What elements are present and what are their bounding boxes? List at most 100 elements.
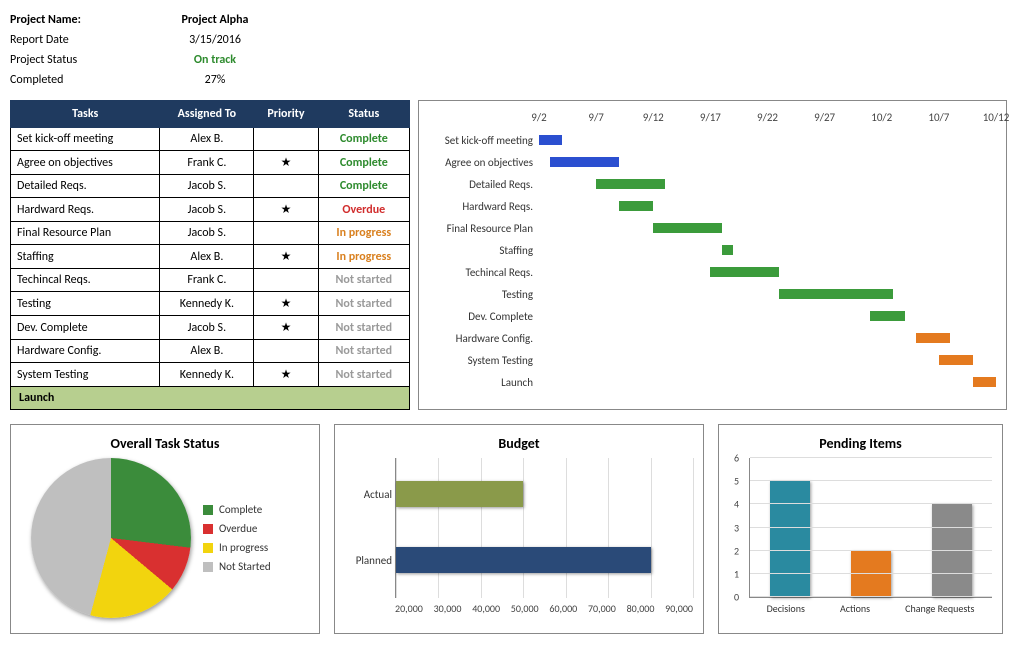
budget-xtick: 60,000 <box>549 602 577 615</box>
cell-task: Agree on objectives <box>11 151 160 175</box>
table-row: StaffingAlex B.★In progress <box>11 245 410 269</box>
cell-assigned: Kennedy K. <box>160 363 254 387</box>
gantt-tick: 9/17 <box>700 111 721 124</box>
budget-xtick: 70,000 <box>588 602 616 615</box>
table-row: Detailed Reqs.Jacob S.Complete <box>11 175 410 198</box>
gantt-bar <box>539 135 562 145</box>
gantt-bar <box>596 179 665 189</box>
swatch-notstarted <box>203 562 213 572</box>
pending-xlabel: Decisions <box>767 602 805 615</box>
budget-xtick: 90,000 <box>665 602 693 615</box>
gantt-tick: 9/22 <box>757 111 778 124</box>
gantt-tick: 10/7 <box>928 111 949 124</box>
cell-priority: ★ <box>254 198 318 222</box>
cell-priority: ★ <box>254 316 318 340</box>
cell-priority: ★ <box>254 363 318 387</box>
project-name-label: Project Name: <box>10 13 160 27</box>
table-row: Set kick-off meetingAlex B.Complete <box>11 128 410 151</box>
table-row: System TestingKennedy K.★Not started <box>11 363 410 387</box>
gantt-bar <box>939 355 973 365</box>
cell-status: Complete <box>318 128 409 151</box>
cell-priority: ★ <box>254 292 318 316</box>
cell-assigned: Jacob S. <box>160 222 254 245</box>
gantt-bar <box>722 245 733 255</box>
table-row: Hardward Reqs.Jacob S.★Overdue <box>11 198 410 222</box>
gantt-bar <box>550 157 619 167</box>
pie-chart <box>31 458 191 618</box>
pending-ytick: 3 <box>734 521 739 534</box>
completed-label: Completed <box>10 73 160 87</box>
budget-chart-card: Budget Actual Planned 20,00030,00040,000… <box>334 424 704 634</box>
cell-task: Techincal Reqs. <box>11 269 160 292</box>
cell-priority: ★ <box>254 245 318 269</box>
gantt-bar <box>916 333 950 343</box>
gantt-row-label: Agree on objectives <box>429 156 539 169</box>
gantt-row: System Testing <box>429 349 996 371</box>
gantt-row-label: System Testing <box>429 354 539 367</box>
budget-xtick: 30,000 <box>434 602 462 615</box>
gantt-row-label: Launch <box>429 376 539 389</box>
cell-assigned: Frank C. <box>160 269 254 292</box>
th-status: Status <box>318 101 409 128</box>
cell-task: Hardware Config. <box>11 340 160 363</box>
cell-task: System Testing <box>11 363 160 387</box>
pending-plot: 0123456 <box>749 458 992 598</box>
launch-row: Launch <box>11 387 410 410</box>
cell-priority <box>254 128 318 151</box>
gantt-row: Final Resource Plan <box>429 217 996 239</box>
legend-inprogress: In progress <box>219 541 268 554</box>
gantt-bar <box>710 267 779 277</box>
cell-assigned: Kennedy K. <box>160 292 254 316</box>
gantt-row: Testing <box>429 283 996 305</box>
budget-bar-planned <box>396 547 651 573</box>
gantt-tick: 9/27 <box>814 111 835 124</box>
project-status-value: On track <box>160 53 270 67</box>
cell-priority <box>254 340 318 363</box>
legend-notstarted: Not Started <box>219 560 271 573</box>
gantt-row-label: Hardward Reqs. <box>429 200 539 213</box>
cell-status: Not started <box>318 363 409 387</box>
gantt-row-label: Techincal Reqs. <box>429 266 539 279</box>
task-table: Tasks Assigned To Priority Status Set ki… <box>10 100 410 410</box>
cell-status: Overdue <box>318 198 409 222</box>
cell-task: Set kick-off meeting <box>11 128 160 151</box>
table-row: Hardware Config.Alex B.Not started <box>11 340 410 363</box>
table-row: TestingKennedy K.★Not started <box>11 292 410 316</box>
gantt-row: Set kick-off meeting <box>429 129 996 151</box>
cell-priority: ★ <box>254 151 318 175</box>
th-assigned: Assigned To <box>160 101 254 128</box>
swatch-overdue <box>203 524 213 534</box>
cell-assigned: Alex B. <box>160 340 254 363</box>
gantt-row-label: Staffing <box>429 244 539 257</box>
project-status-label: Project Status <box>10 53 160 67</box>
budget-label-planned: Planned <box>344 554 392 567</box>
cell-task: Final Resource Plan <box>11 222 160 245</box>
pending-ytick: 1 <box>734 567 739 580</box>
cell-task: Detailed Reqs. <box>11 175 160 198</box>
th-priority: Priority <box>254 101 318 128</box>
cell-status: Complete <box>318 151 409 175</box>
gantt-row: Hardward Reqs. <box>429 195 996 217</box>
legend-overdue: Overdue <box>219 522 257 535</box>
gantt-row: Launch <box>429 371 996 393</box>
cell-status: Not started <box>318 316 409 340</box>
cell-task: Staffing <box>11 245 160 269</box>
gantt-tick: 10/2 <box>871 111 892 124</box>
gantt-row-label: Detailed Reqs. <box>429 178 539 191</box>
pending-chart-card: Pending Items 0123456 DecisionsActionsCh… <box>718 424 1003 634</box>
budget-xtick: 40,000 <box>472 602 500 615</box>
gantt-bar <box>870 311 904 321</box>
pending-bar <box>932 504 972 597</box>
gantt-bar <box>779 289 893 299</box>
budget-xtick: 80,000 <box>627 602 655 615</box>
gantt-tick: 10/12 <box>983 111 1010 124</box>
pending-title: Pending Items <box>729 435 992 452</box>
table-row: Final Resource PlanJacob S. In progress <box>11 222 410 245</box>
gantt-chart: 9/29/79/129/179/229/2710/210/710/12 Set … <box>418 100 1007 410</box>
swatch-inprogress <box>203 543 213 553</box>
project-meta: Project Name: Project Alpha Report Date … <box>10 10 1007 90</box>
cell-status: In progress <box>318 222 409 245</box>
cell-status: Complete <box>318 175 409 198</box>
table-row: Dev. CompleteJacob S.★Not started <box>11 316 410 340</box>
cell-status: In progress <box>318 245 409 269</box>
